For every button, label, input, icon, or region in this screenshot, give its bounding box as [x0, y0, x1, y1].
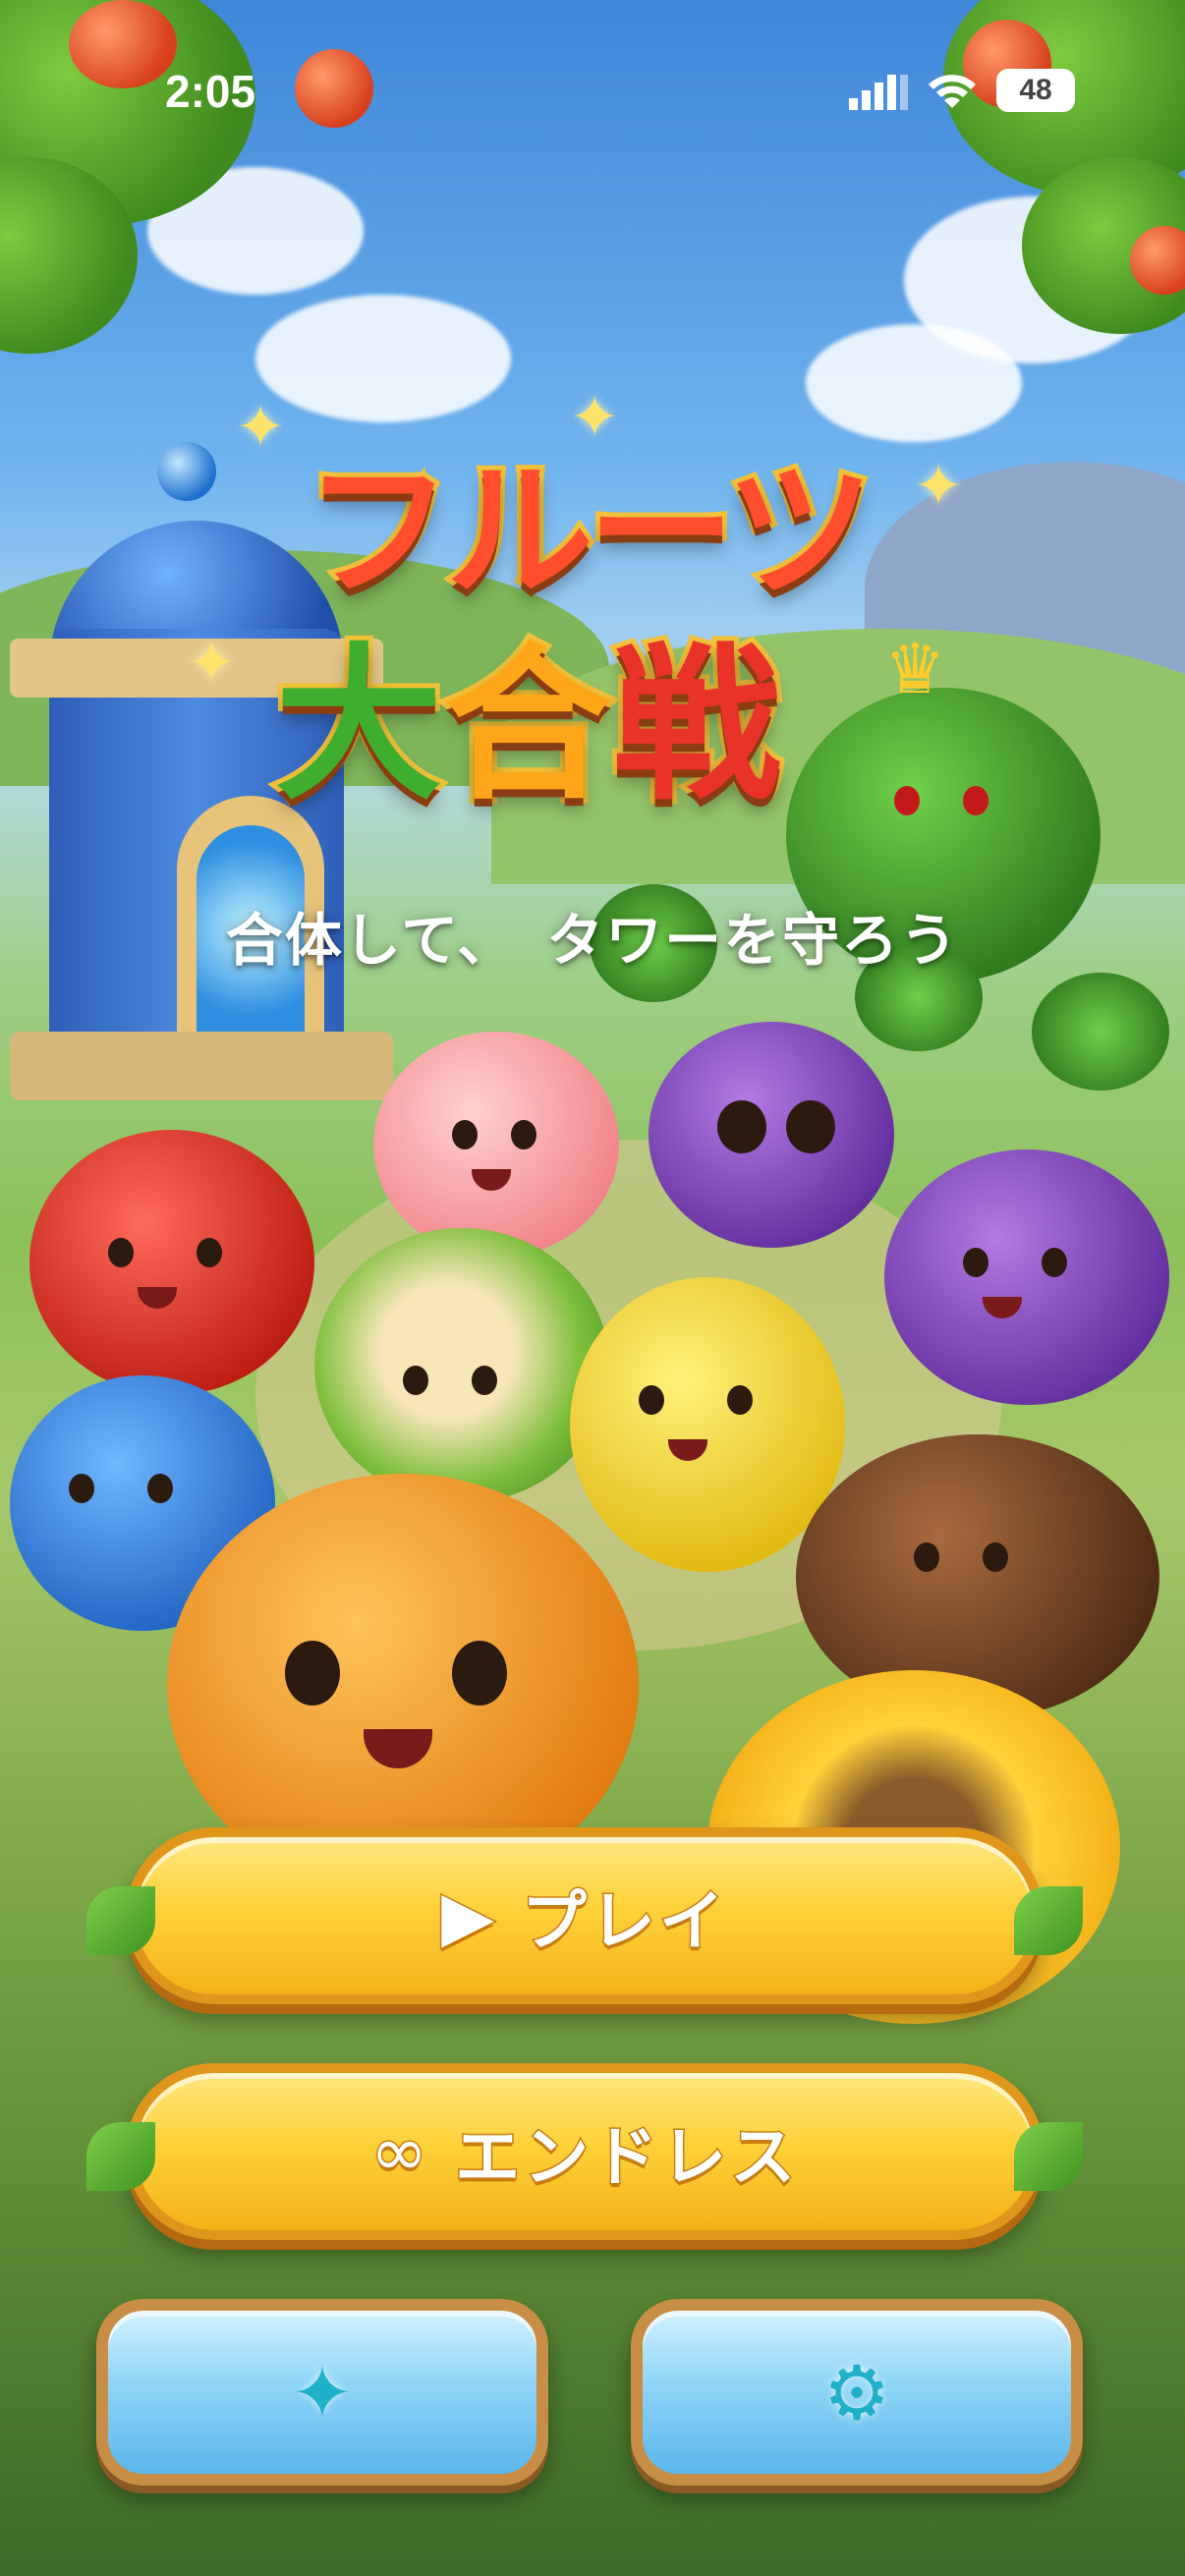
leaf-decoration	[1014, 1886, 1083, 1955]
sparkle-icon: ✦	[291, 2348, 354, 2436]
purple-dragon-enemy	[884, 1149, 1169, 1405]
leaf-decoration	[86, 1886, 155, 1955]
sparkle-icon: ✦	[570, 383, 620, 452]
sparkle-icon: ✦	[236, 393, 286, 462]
play-button[interactable]: ▶ プレイ	[86, 1827, 1083, 2004]
title-char: 戦	[608, 624, 785, 828]
enemy-eye	[1042, 1248, 1067, 1277]
endless-button-label: エンドレス	[454, 2118, 800, 2197]
hero-eye	[511, 1120, 536, 1149]
hero-mouth	[364, 1729, 432, 1768]
small-cactus-enemy	[1032, 973, 1169, 1091]
sparkle-icon: ✦	[914, 452, 964, 521]
cellular-signal-icon	[849, 75, 908, 110]
peach-hero	[373, 1032, 619, 1258]
hero-eye	[472, 1366, 497, 1395]
enemy-eye	[983, 1542, 1008, 1572]
hero-mouth	[472, 1169, 511, 1191]
boar-enemy	[796, 1434, 1159, 1719]
hero-eye	[285, 1641, 340, 1706]
gear-icon: ⚙	[822, 2348, 891, 2436]
subtitle-tagline: 合体して、 タワーを守ろう	[225, 907, 960, 974]
durian-hedgehog-hero	[314, 1228, 609, 1503]
hero-eye	[452, 1120, 478, 1149]
enemy-eye	[963, 1248, 988, 1277]
hero-eye	[717, 1100, 766, 1153]
title-char: 大	[270, 624, 447, 828]
sparkle-icon: ✦	[187, 629, 237, 698]
battery-indicator: 48	[996, 69, 1075, 112]
tower-base	[10, 1032, 393, 1100]
settings-button[interactable]: ⚙	[631, 2299, 1083, 2486]
play-triangle-icon: ▶	[440, 1875, 496, 1958]
status-bar: 2:05 48	[0, 0, 1185, 117]
leaf-decoration	[1014, 2122, 1083, 2191]
hero-eye	[639, 1385, 664, 1415]
play-button-label: プレイ	[520, 1882, 728, 1961]
lemon-bunny-hero	[570, 1277, 845, 1572]
enemy-eye	[914, 1542, 939, 1572]
hero-eye	[727, 1385, 753, 1415]
hero-eye	[69, 1474, 94, 1503]
hero-eye	[452, 1641, 507, 1706]
grape-owl-hero	[649, 1022, 894, 1248]
strawberry-hero	[29, 1130, 314, 1395]
collection-button[interactable]: ✦	[96, 2299, 548, 2486]
leaf-decoration	[86, 2122, 155, 2191]
enemy-mouth	[983, 1297, 1022, 1318]
hero-mouth	[668, 1439, 707, 1461]
game-title-screen: ♛ 2:05 48 フルーツ 大合戦 ✦ ✦ ✦ ✦ 合体して、 タワーを守ろう…	[0, 0, 1185, 2576]
hero-eye	[108, 1238, 134, 1267]
infinity-icon: ∞	[368, 2110, 428, 2194]
game-title-logo: フルーツ 大合戦 ✦ ✦ ✦ ✦	[187, 383, 963, 828]
status-time: 2:05	[165, 66, 256, 117]
hero-eye	[786, 1100, 835, 1153]
hero-mouth	[138, 1287, 177, 1309]
hero-eye	[197, 1238, 222, 1267]
wifi-icon	[929, 75, 976, 108]
enemy-eye	[963, 786, 988, 815]
hero-eye	[147, 1474, 173, 1503]
hero-eye	[403, 1366, 428, 1395]
title-char: 合	[439, 624, 616, 828]
title-line-2: 大合戦	[270, 589, 785, 831]
endless-button[interactable]: ∞ エンドレス	[86, 2063, 1083, 2240]
